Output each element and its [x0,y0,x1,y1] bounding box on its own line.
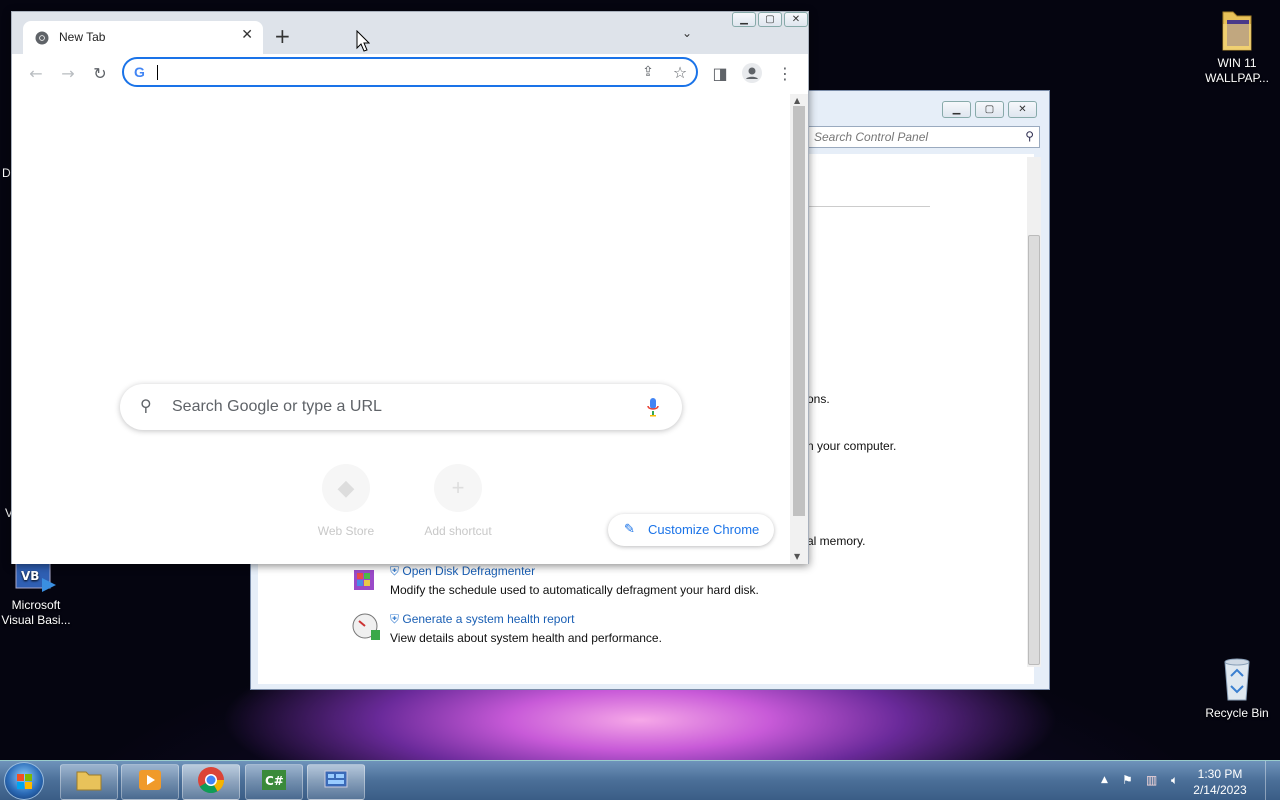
folder-icon [1219,6,1255,54]
pencil-icon: ✎ [624,521,635,536]
recycle-bin-icon [1219,656,1255,704]
side-panel-icon[interactable]: ◨ [709,62,731,84]
svg-text:VB: VB [21,569,39,583]
customize-label: Customize Chrome [648,522,760,537]
text-caret [157,65,158,80]
tab-strip: New Tab ✕ + ⌄ ▁ ▢ ✕ [12,12,808,54]
minimize-button[interactable]: ▁ [732,12,756,27]
desktop-icon-label: Microsoft Visual Basi... [1,598,71,627]
generate-system-health-report-link[interactable]: ⛨ Generate a system health report [390,612,574,627]
taskbar-chrome[interactable] [182,764,240,800]
maximize-button[interactable]: ▢ [758,12,782,27]
scroll-up-icon[interactable]: ▲ [794,96,800,105]
tab-title: New Tab [59,30,106,44]
shortcut-add[interactable]: + Add shortcut [408,464,508,538]
show-hidden-icons-icon[interactable]: ▲ [1101,775,1108,785]
taskbar-media-player[interactable] [121,764,179,800]
taskbar-control-panel[interactable] [307,764,365,800]
control-panel-scrollbar[interactable] [1027,157,1041,667]
csharp-icon: C# [260,768,288,796]
bookmark-star-icon[interactable]: ☆ [669,61,691,83]
network-icon[interactable]: ▥ [1146,773,1157,787]
control-panel-search-input[interactable]: Search Control Panel ⚲ [807,126,1040,148]
folder-icon [75,768,103,796]
mouse-cursor-icon [356,29,371,56]
item-description: Modify the schedule used to automaticall… [390,583,759,597]
desktop-icon-label: Recycle Bin [1205,706,1269,720]
close-button[interactable]: ✕ [784,12,808,27]
tab-search-icon[interactable]: ⌄ [682,26,692,40]
scroll-down-icon[interactable]: ▼ [794,552,800,561]
system-clock[interactable]: 1:30 PM 2/14/2023 [1190,766,1250,798]
search-icon: ⚲ [140,396,152,415]
desktop-icon-win11-wallpaper[interactable]: WIN 11 WALLPAP... [1197,6,1277,86]
taskbar-csharp-ide[interactable]: C# [245,764,303,800]
shortcut-web-store[interactable]: ◆ Web Store [296,464,396,538]
address-bar[interactable]: G ⇪ ☆ [122,57,698,87]
volume-icon[interactable]: 🔈︎ [1171,773,1178,788]
svg-text:C#: C# [265,774,284,788]
clock-time: 1:30 PM [1197,767,1243,781]
clock-date: 2/14/2023 [1193,783,1247,797]
desktop-icon-label: WIN 11 WALLPAP... [1205,56,1269,85]
show-desktop-button[interactable] [1265,761,1280,800]
desktop-icon-visual-basic[interactable]: VB Microsoft Visual Basi... [0,560,76,628]
system-health-icon [351,612,381,642]
taskbar: C# ▲ ⚑ ▥ 🔈︎ 1:30 PM 2/14/2023 [0,760,1280,800]
address-input[interactable] [160,63,630,81]
google-search-box[interactable]: ⚲ [120,384,682,430]
profile-avatar-icon[interactable] [741,62,763,84]
text-fragment: ons. [807,392,830,406]
minimize-button[interactable]: ▁ [942,101,971,118]
chrome-icon [197,766,225,798]
control-panel-icon [322,768,350,796]
google-search-input[interactable] [172,396,622,418]
shield-icon: ⛨ [390,564,400,578]
taskbar-windows-explorer[interactable] [60,764,118,800]
close-tab-icon[interactable]: ✕ [241,27,253,43]
add-icon: + [434,464,482,512]
maximize-button[interactable]: ▢ [975,101,1004,118]
chrome-icon [35,30,49,45]
text-fragment: al memory. [807,534,866,548]
open-disk-defragmenter-link[interactable]: ⛨ Open Disk Defragmenter [390,564,535,579]
media-player-icon [137,768,163,796]
google-icon: G [134,64,145,80]
scrollbar-thumb[interactable] [1028,235,1040,665]
page-scrollbar[interactable]: ▲ ▼ [790,94,808,564]
text-fragment: n your computer. [807,439,897,453]
reload-icon[interactable]: ↻ [89,62,111,84]
customize-chrome-button[interactable]: ✎ Customize Chrome [608,514,774,546]
search-placeholder: Search Control Panel [814,130,929,144]
item-description: View details about system health and per… [390,631,662,645]
close-button[interactable]: ✕ [1008,101,1037,118]
shortcut-label: Web Store [317,524,375,538]
forward-icon[interactable]: → [57,62,79,84]
new-tab-page: ⚲ ◆ Web Store + Add shortcut ✎ Customize… [12,94,790,564]
start-button[interactable] [4,762,44,800]
menu-kebab-icon[interactable]: ⋮ [774,62,796,84]
tab-new-tab[interactable]: New Tab ✕ [23,21,263,54]
desktop-icon-recycle-bin[interactable]: Recycle Bin [1197,656,1277,721]
browser-toolbar: ← → ↻ G ⇪ ☆ ◨ ⋮ [12,54,808,94]
desktop-edge-fragment: D [2,166,11,180]
back-icon[interactable]: ← [25,62,47,84]
new-tab-button[interactable]: + [274,24,291,48]
web-store-icon: ◆ [322,464,370,512]
disk-defragmenter-icon [351,564,381,594]
divider [808,206,930,207]
microphone-icon[interactable] [646,396,660,418]
shield-icon: ⛨ [390,612,400,626]
search-icon[interactable]: ⚲ [1025,129,1034,143]
visual-basic-icon: VB [12,560,60,596]
shortcut-label: Add shortcut [424,524,492,538]
scrollbar-thumb[interactable] [793,106,805,516]
chrome-window: New Tab ✕ + ⌄ ▁ ▢ ✕ ← → ↻ G ⇪ ☆ ◨ ⋮ ⚲ Se… [11,11,809,564]
share-icon[interactable]: ⇪ [637,61,659,83]
action-center-icon[interactable]: ⚑ [1122,773,1133,787]
